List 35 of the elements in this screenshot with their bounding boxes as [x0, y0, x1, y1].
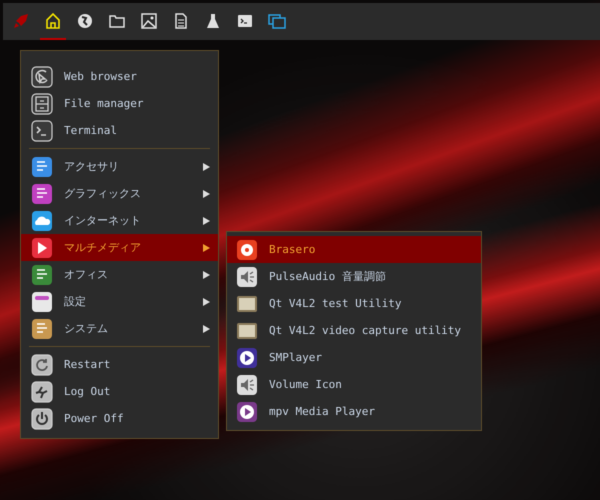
speaker-icon	[236, 266, 258, 288]
menu-item[interactable]: Volume Icon	[227, 371, 481, 398]
image-icon	[140, 12, 158, 30]
menu-item[interactable]: Web browser	[21, 63, 218, 90]
menu-item[interactable]: マルチメディア	[21, 234, 218, 261]
power-icon	[31, 408, 53, 430]
menu-item[interactable]: mpv Media Player	[227, 398, 481, 425]
rocket-icon	[12, 12, 30, 30]
cloud-icon	[31, 210, 53, 232]
windows-icon	[268, 12, 286, 30]
menu-item[interactable]: アクセサリ	[21, 153, 218, 180]
menu-item[interactable]: グラフィックス	[21, 180, 218, 207]
terminal-icon	[31, 120, 53, 142]
menu-item[interactable]: インターネット	[21, 207, 218, 234]
menu-item[interactable]: PulseAudio 音量調節	[227, 263, 481, 290]
menu-item[interactable]: Qt V4L2 test Utility	[227, 290, 481, 317]
menu-item[interactable]: システム	[21, 315, 218, 342]
menu-item[interactable]: Terminal	[21, 117, 218, 144]
menu-item[interactable]: Qt V4L2 video capture utility	[227, 317, 481, 344]
speaker-icon	[236, 374, 258, 396]
play-icon	[31, 236, 53, 258]
menu-item[interactable]: Restart	[21, 351, 218, 378]
menu-item[interactable]: Power Off	[21, 405, 218, 432]
menu-item[interactable]: File manager	[21, 90, 218, 117]
menu-item[interactable]: Brasero	[227, 236, 481, 263]
toggle-icon	[31, 290, 53, 312]
menu-item[interactable]: 設定	[21, 288, 218, 315]
home-icon	[44, 12, 62, 30]
flask-icon	[204, 12, 222, 30]
cabinet-icon	[31, 92, 53, 114]
document-icon	[31, 264, 53, 286]
menu-item[interactable]: SMPlayer	[227, 344, 481, 371]
menu-item[interactable]: Log Out	[21, 378, 218, 405]
menu-item[interactable]: オフィス	[21, 261, 218, 288]
refresh-icon	[31, 354, 53, 376]
